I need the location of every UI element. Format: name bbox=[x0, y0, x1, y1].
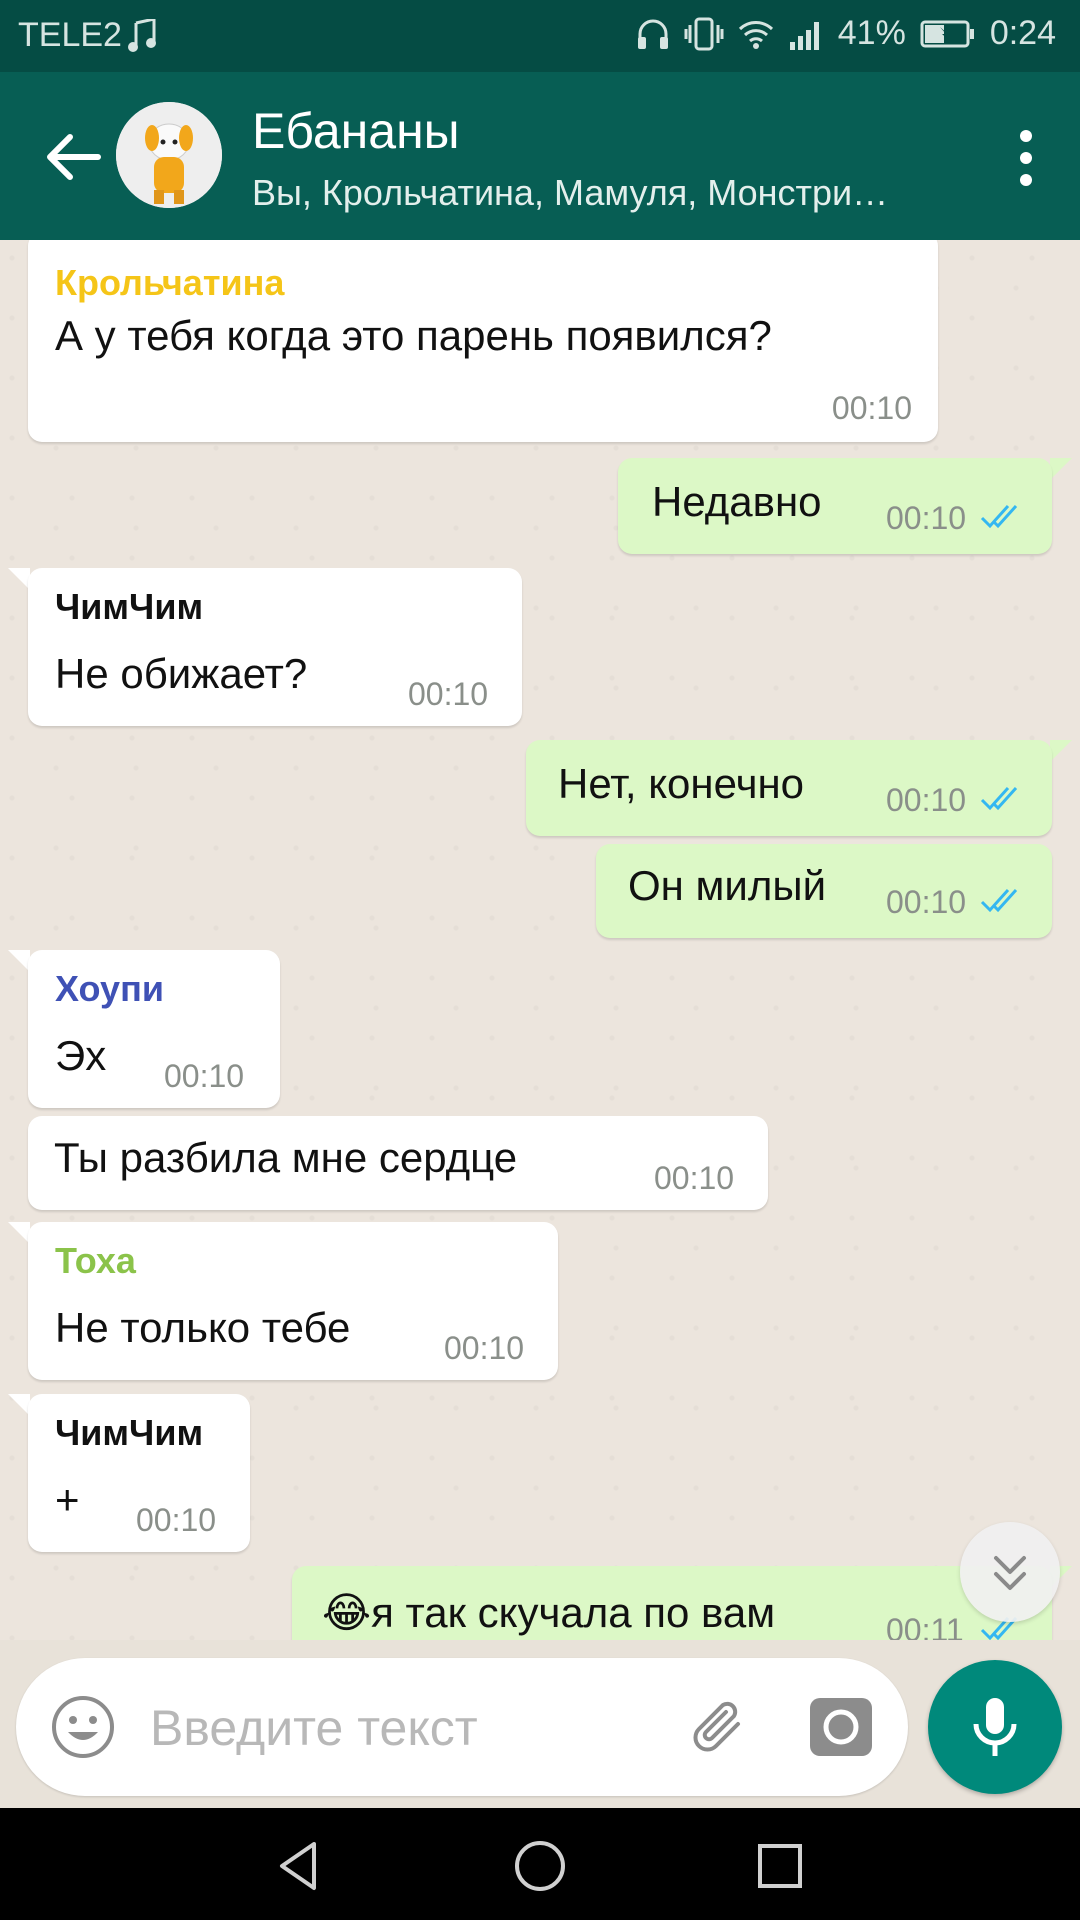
message-text: Он милый bbox=[628, 862, 827, 909]
message-list[interactable]: Крольчатина А у тебя когда это парень по… bbox=[0, 240, 1080, 1640]
message-time: 00:10 bbox=[444, 1330, 525, 1366]
compose-bar bbox=[16, 1658, 908, 1796]
message-time: 00:10 bbox=[886, 884, 967, 920]
read-ticks-icon bbox=[980, 504, 1018, 529]
message-input[interactable] bbox=[150, 1688, 670, 1768]
message-outgoing[interactable]: Он милый 00:10 bbox=[596, 844, 1052, 938]
read-ticks-icon bbox=[980, 888, 1018, 913]
laughing-emoji-icon: 😂 bbox=[322, 1589, 372, 1636]
clock: 0:24 bbox=[989, 14, 1056, 52]
bubble-tail bbox=[8, 950, 30, 972]
message-outgoing[interactable]: 😂я так скучала по вам 00:11 bbox=[292, 1566, 1052, 1640]
bubble-tail bbox=[1050, 458, 1072, 480]
nav-recents-icon[interactable] bbox=[750, 1836, 810, 1896]
message-text: А у тебя когда это парень появился? bbox=[55, 312, 772, 359]
message-text: Ты разбила мне сердце bbox=[54, 1134, 518, 1181]
message-time: 00:10 bbox=[164, 1058, 245, 1094]
message-time: 00:10 bbox=[831, 390, 912, 426]
wifi-icon bbox=[738, 20, 773, 49]
message-sender: Хоупи bbox=[55, 968, 164, 1009]
message-incoming[interactable]: ЧимЧим + 00:10 bbox=[28, 1394, 250, 1552]
nav-back-icon[interactable] bbox=[270, 1836, 330, 1896]
avatar-image bbox=[116, 102, 222, 208]
message-text: Не только тебе bbox=[55, 1304, 351, 1351]
message-text: Нет, конечно bbox=[558, 760, 805, 807]
message-text: 😂я так скучала по вам bbox=[322, 1589, 776, 1636]
bubble-tail bbox=[1050, 740, 1072, 762]
mic-icon bbox=[973, 1698, 1017, 1756]
vibrate-icon bbox=[684, 17, 724, 50]
carrier-label: TELE2 bbox=[18, 16, 122, 54]
message-outgoing[interactable]: Нет, конечно 00:10 bbox=[526, 740, 1052, 836]
status-bar: TELE2 41% 0:24 bbox=[0, 0, 1080, 72]
group-avatar[interactable] bbox=[116, 102, 222, 208]
message-incoming[interactable]: Тоха Не только тебе 00:10 bbox=[28, 1222, 558, 1380]
message-text: Недавно bbox=[652, 478, 822, 525]
chat-header: Ебананы Вы, Крольчатина, Мамуля, Монстри… bbox=[0, 72, 1080, 240]
message-text: Эх bbox=[55, 1032, 107, 1079]
message-sender: Тоха bbox=[55, 1240, 136, 1281]
message-text: Не обижает? bbox=[55, 650, 308, 697]
signal-icon bbox=[789, 21, 819, 50]
bubble-tail bbox=[8, 1394, 30, 1416]
scroll-to-bottom-button[interactable] bbox=[960, 1522, 1060, 1622]
message-time: 00:11 bbox=[886, 1612, 964, 1640]
read-ticks-icon bbox=[980, 786, 1018, 811]
camera-icon[interactable] bbox=[808, 1694, 874, 1760]
message-outgoing[interactable]: Недавно 00:10 bbox=[618, 458, 1052, 554]
message-incoming[interactable]: Ты разбила мне сердце 00:10 bbox=[28, 1116, 768, 1210]
message-sender: ЧимЧим bbox=[55, 586, 204, 627]
message-time: 00:10 bbox=[886, 782, 967, 818]
chat-participants[interactable]: Вы, Крольчатина, Мамуля, Монстри… bbox=[252, 172, 972, 214]
music-note-icon bbox=[127, 18, 156, 52]
bubble-tail bbox=[8, 568, 30, 590]
paperclip-icon[interactable] bbox=[686, 1694, 756, 1764]
message-incoming[interactable]: ЧимЧим Не обижает? 00:10 bbox=[28, 568, 522, 726]
bubble-tail bbox=[8, 1222, 30, 1244]
message-time: 00:10 bbox=[654, 1160, 735, 1196]
battery-percent: 41% bbox=[837, 14, 906, 52]
message-time: 00:10 bbox=[136, 1502, 217, 1538]
message-sender: Крольчатина bbox=[55, 262, 285, 303]
mic-button[interactable] bbox=[928, 1660, 1062, 1794]
message-sender: ЧимЧим bbox=[55, 1412, 204, 1453]
headphones-icon bbox=[637, 19, 668, 49]
more-vert-icon[interactable] bbox=[1006, 122, 1046, 194]
back-arrow-icon[interactable] bbox=[40, 122, 110, 192]
message-incoming[interactable]: Крольчатина А у тебя когда это парень по… bbox=[28, 240, 938, 442]
nav-home-icon[interactable] bbox=[510, 1836, 570, 1896]
emoji-icon[interactable] bbox=[50, 1694, 116, 1760]
message-time: 00:10 bbox=[886, 500, 967, 536]
double-chevron-down-icon bbox=[994, 1556, 1026, 1590]
system-nav-bar bbox=[0, 1808, 1080, 1920]
message-incoming[interactable]: Хоупи Эх 00:10 bbox=[28, 950, 280, 1108]
message-text: + bbox=[55, 1476, 80, 1523]
message-time: 00:10 bbox=[408, 676, 489, 712]
battery-charging-icon bbox=[920, 20, 974, 47]
chat-title[interactable]: Ебананы bbox=[252, 102, 460, 160]
